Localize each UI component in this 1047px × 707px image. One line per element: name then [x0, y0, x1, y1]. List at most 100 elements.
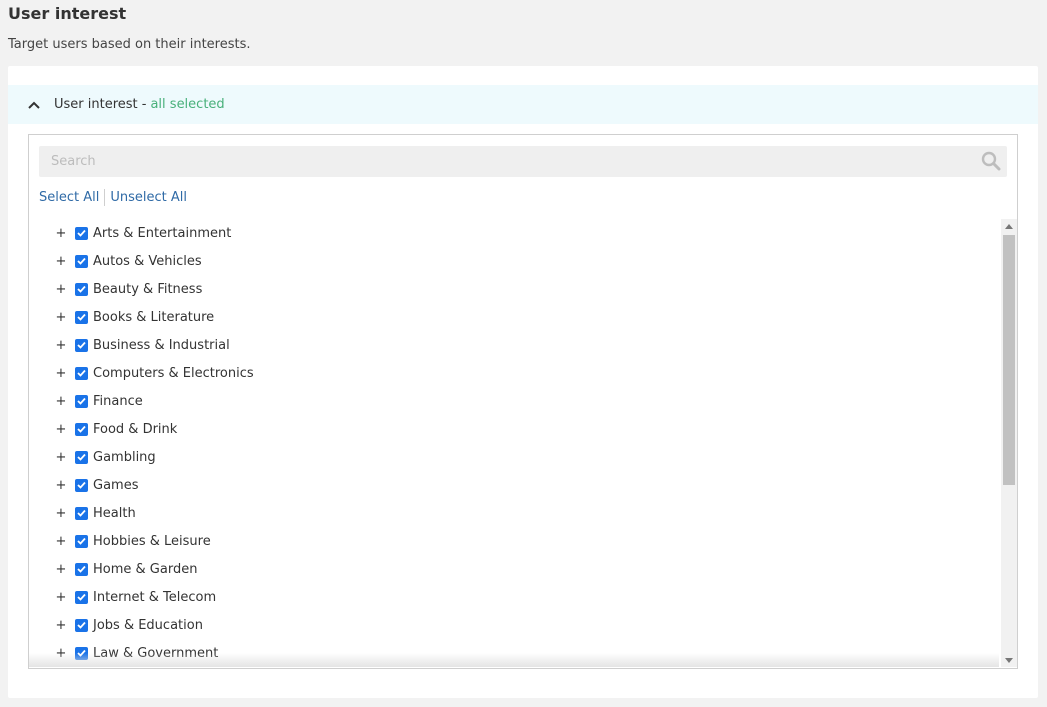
expand-toggle-icon[interactable]: +	[55, 451, 67, 464]
checkmark-icon	[77, 593, 86, 601]
checkmark-icon	[77, 453, 86, 461]
search-icon[interactable]	[981, 151, 1001, 171]
checkmark-icon	[77, 397, 86, 405]
interest-row: + Business & Industrial	[29, 331, 999, 359]
expand-toggle-icon[interactable]: +	[55, 339, 67, 352]
interest-row: + Health	[29, 499, 999, 527]
expand-toggle-icon[interactable]: +	[55, 619, 67, 632]
interest-checkbox[interactable]	[75, 394, 88, 408]
interest-label[interactable]: Food & Drink	[93, 422, 177, 437]
interest-label[interactable]: Jobs & Education	[93, 618, 203, 633]
search-box	[39, 146, 1007, 177]
expand-toggle-icon[interactable]: +	[55, 367, 67, 380]
interest-label[interactable]: Business & Industrial	[93, 338, 230, 353]
scrollbar[interactable]	[1001, 219, 1017, 667]
section-description: Target users based on their interests.	[8, 37, 251, 52]
interest-checkbox[interactable]	[75, 226, 88, 240]
interest-checkbox[interactable]	[75, 618, 88, 632]
interest-label[interactable]: Games	[93, 478, 138, 493]
select-links: Select All Unselect All	[39, 189, 187, 206]
interest-label[interactable]: Finance	[93, 394, 143, 409]
section-title: User interest	[8, 4, 127, 23]
interest-row: + Autos & Vehicles	[29, 247, 999, 275]
interest-checkbox[interactable]	[75, 562, 88, 576]
checkmark-icon	[77, 537, 86, 545]
interest-row: + Home & Garden	[29, 555, 999, 583]
interest-checkbox[interactable]	[75, 422, 88, 436]
interest-checkbox[interactable]	[75, 254, 88, 268]
interest-checkbox[interactable]	[75, 506, 88, 520]
interest-list: + Arts & Entertainment + Autos & Vehicles + B…	[29, 219, 999, 667]
expand-toggle-icon[interactable]: +	[55, 647, 67, 660]
interest-row: + Finance	[29, 387, 999, 415]
unselect-all-link[interactable]: Unselect All	[110, 190, 187, 205]
expand-toggle-icon[interactable]: +	[55, 507, 67, 520]
expand-toggle-icon[interactable]: +	[55, 423, 67, 436]
checkmark-icon	[77, 481, 86, 489]
chevron-up-icon[interactable]	[28, 99, 40, 111]
interest-label[interactable]: Internet & Telecom	[93, 590, 216, 605]
interest-checkbox[interactable]	[75, 534, 88, 548]
interest-row: + Food & Drink	[29, 415, 999, 443]
interest-row: + Gambling	[29, 443, 999, 471]
checkmark-icon	[77, 285, 86, 293]
interest-checkbox[interactable]	[75, 646, 88, 660]
interest-label[interactable]: Hobbies & Leisure	[93, 534, 211, 549]
interest-label[interactable]: Computers & Electronics	[93, 366, 254, 381]
interest-label[interactable]: Gambling	[93, 450, 156, 465]
interest-checkbox[interactable]	[75, 478, 88, 492]
expand-toggle-icon[interactable]: +	[55, 535, 67, 548]
interest-checkbox[interactable]	[75, 282, 88, 296]
expand-toggle-icon[interactable]: +	[55, 255, 67, 268]
interest-checkbox[interactable]	[75, 450, 88, 464]
expand-toggle-icon[interactable]: +	[55, 563, 67, 576]
interest-row: + Arts & Entertainment	[29, 219, 999, 247]
checkmark-icon	[77, 621, 86, 629]
interest-checkbox[interactable]	[75, 366, 88, 380]
interest-row: + Jobs & Education	[29, 611, 999, 639]
checkmark-icon	[77, 565, 86, 573]
interest-label[interactable]: Beauty & Fitness	[93, 282, 202, 297]
interest-label[interactable]: Books & Literature	[93, 310, 214, 325]
interest-checkbox[interactable]	[75, 310, 88, 324]
interest-row: + Hobbies & Leisure	[29, 527, 999, 555]
interest-checkbox[interactable]	[75, 338, 88, 352]
interest-row: + Beauty & Fitness	[29, 275, 999, 303]
checkmark-icon	[77, 229, 86, 237]
link-divider	[104, 189, 106, 206]
interest-checkbox[interactable]	[75, 590, 88, 604]
scroll-thumb[interactable]	[1003, 235, 1015, 485]
interest-card: User interest - all selected Select All …	[8, 66, 1038, 698]
checkmark-icon	[77, 257, 86, 265]
expand-toggle-icon[interactable]: +	[55, 227, 67, 240]
checkmark-icon	[77, 509, 86, 517]
scroll-up-arrow-icon[interactable]	[1001, 219, 1017, 233]
checkmark-icon	[77, 425, 86, 433]
checkmark-icon	[77, 313, 86, 321]
interest-tree-box: Select All Unselect All + Arts & Entertai…	[28, 134, 1018, 669]
expand-toggle-icon[interactable]: +	[55, 395, 67, 408]
interest-label[interactable]: Home & Garden	[93, 562, 197, 577]
checkmark-icon	[77, 341, 86, 349]
interest-label[interactable]: Autos & Vehicles	[93, 254, 202, 269]
scroll-down-arrow-icon[interactable]	[1001, 653, 1017, 667]
checkmark-icon	[77, 649, 86, 657]
interest-label[interactable]: Law & Government	[93, 646, 218, 661]
expand-toggle-icon[interactable]: +	[55, 283, 67, 296]
expand-toggle-icon[interactable]: +	[55, 479, 67, 492]
interest-label[interactable]: Arts & Entertainment	[93, 226, 231, 241]
panel-header[interactable]: User interest - all selected	[8, 85, 1038, 124]
expand-toggle-icon[interactable]: +	[55, 591, 67, 604]
panel-header-status: all selected	[150, 97, 225, 112]
search-input[interactable]	[39, 146, 981, 177]
interest-label[interactable]: Health	[93, 506, 136, 521]
select-all-link[interactable]: Select All	[39, 190, 99, 205]
checkmark-icon	[77, 369, 86, 377]
interest-row: + Law & Government	[29, 639, 999, 667]
interest-row: + Computers & Electronics	[29, 359, 999, 387]
interest-row: + Internet & Telecom	[29, 583, 999, 611]
panel-header-label: User interest -	[54, 97, 147, 112]
interest-row: + Books & Literature	[29, 303, 999, 331]
expand-toggle-icon[interactable]: +	[55, 311, 67, 324]
interest-row: + Games	[29, 471, 999, 499]
